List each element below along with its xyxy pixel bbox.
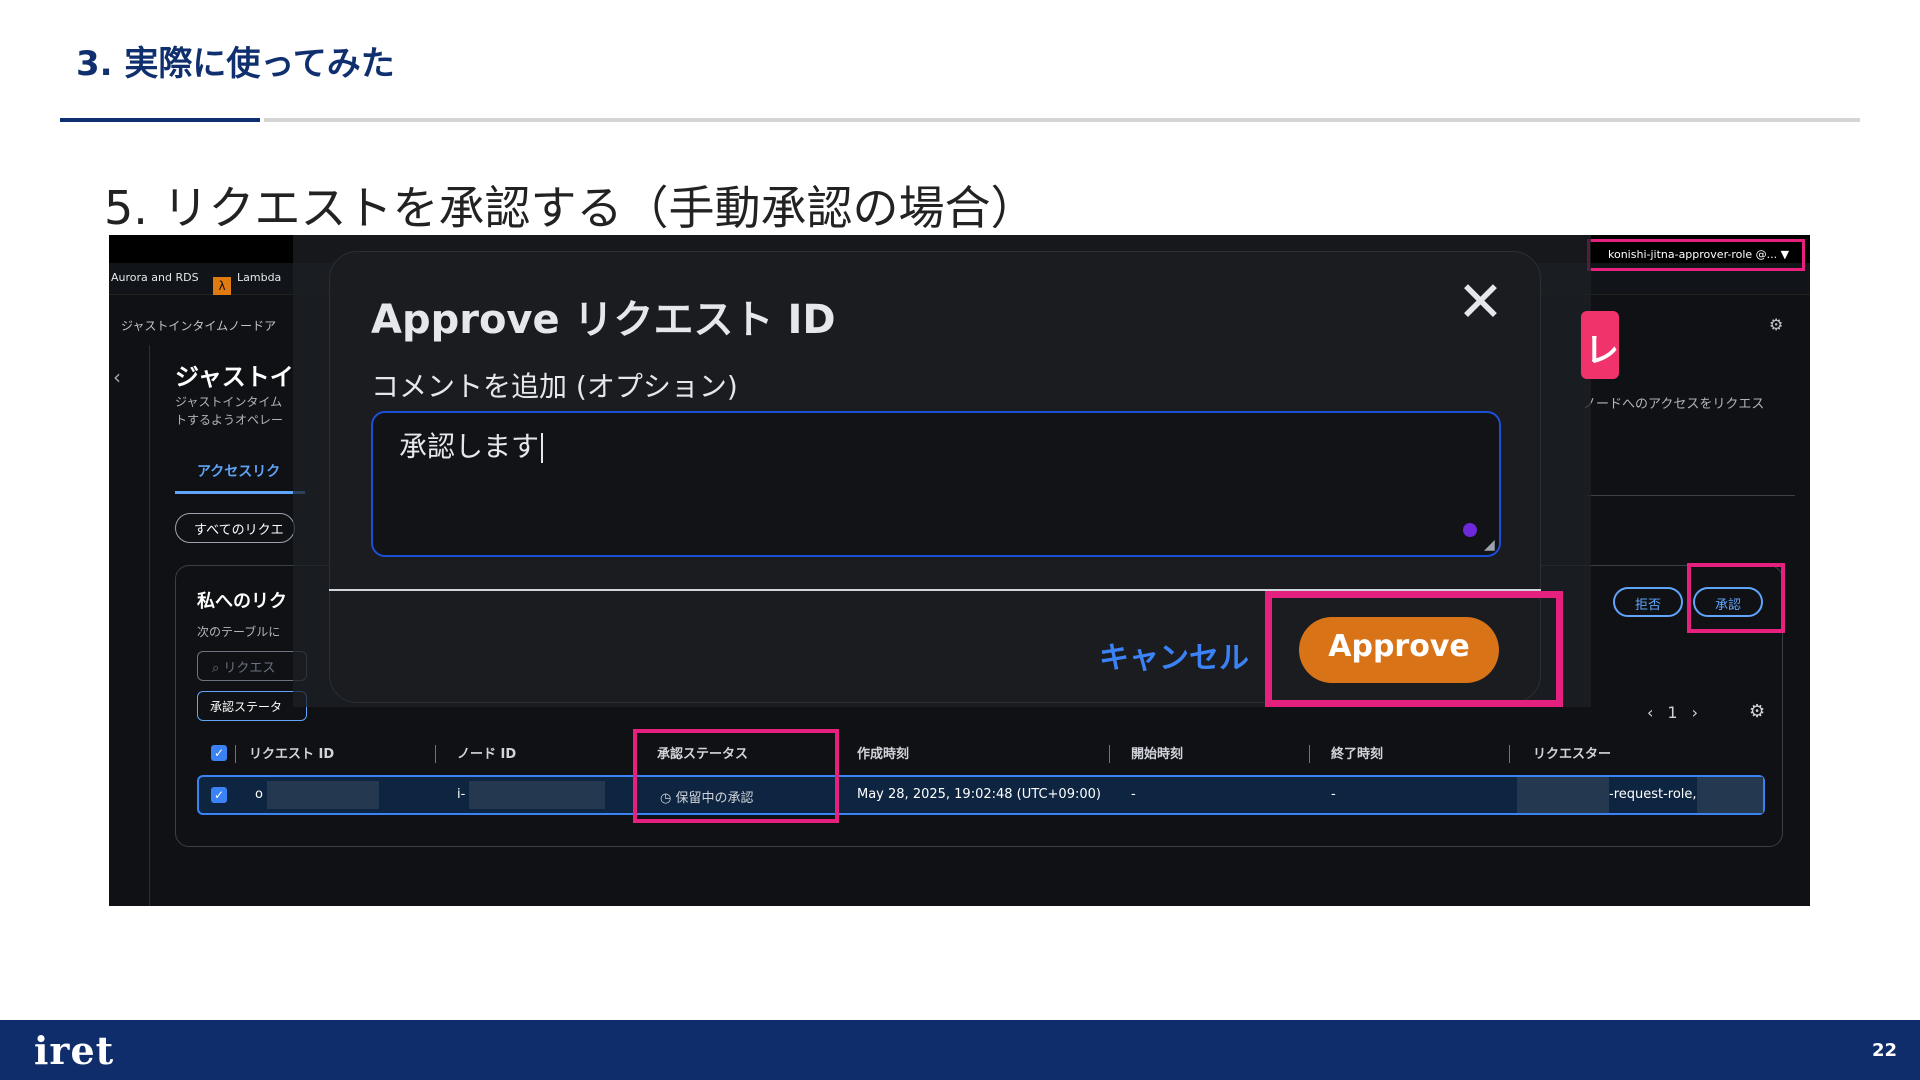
highlight-dialog-approve: [1265, 591, 1563, 707]
tab-indicator: [175, 491, 305, 494]
page-description: ジャストインタイム トするようオペレー: [175, 393, 283, 429]
settings-icon[interactable]: ⚙: [1769, 315, 1783, 334]
page-description-right: ノードへのアクセスをリクエス: [1583, 397, 1765, 412]
grammar-dot-icon: [1463, 523, 1477, 537]
search-icon: ⌕: [212, 661, 224, 676]
sidebar: [109, 345, 150, 906]
select-all-checkbox[interactable]: ✓: [211, 745, 227, 761]
title-rule-accent: [60, 118, 260, 122]
role-menu[interactable]: konishi-jitna-approver-role @... ▼: [1587, 239, 1805, 271]
divider: [1587, 495, 1795, 496]
fav-aurora[interactable]: Aurora and RDS: [111, 271, 199, 284]
reject-button[interactable]: 拒否: [1613, 587, 1683, 617]
next-page-icon[interactable]: ›: [1692, 703, 1712, 722]
redaction: [1517, 777, 1609, 813]
col-header-created[interactable]: 作成時刻: [857, 743, 909, 762]
section-title: 3. 実際に使ってみた: [76, 44, 395, 84]
end-cell: -: [1331, 787, 1336, 802]
requester-cell: -request-role,: [1609, 787, 1697, 802]
page-number: 22: [1872, 1040, 1898, 1061]
header-separator: [1109, 745, 1110, 763]
row-checkbox[interactable]: ✓: [211, 787, 227, 803]
lambda-icon: λ: [213, 277, 231, 295]
request-id-cell[interactable]: o: [255, 787, 263, 802]
highlight-status: [633, 729, 839, 823]
step-title: 5. リクエストを承認する（手動承認の場合）: [104, 181, 1037, 235]
prev-page-icon[interactable]: ‹: [1647, 703, 1667, 722]
title-rule: [264, 118, 1860, 122]
collapse-icon[interactable]: ‹: [113, 365, 121, 389]
console-screenshot: Aurora and RDS λ Lambda konishi-jitna-ap…: [109, 235, 1810, 906]
breadcrumb[interactable]: ジャストインタイムノードア: [121, 317, 276, 334]
status-filter[interactable]: 承認ステータ: [197, 691, 307, 721]
col-header-request-id[interactable]: リクエスト ID: [249, 743, 334, 762]
cancel-button[interactable]: キャンセル: [1099, 633, 1249, 677]
close-icon[interactable]: ✕: [1457, 275, 1504, 331]
redaction: [469, 781, 605, 809]
dialog-title: Approve リクエスト ID: [371, 297, 836, 343]
header-separator: [1309, 745, 1310, 763]
comment-textarea[interactable]: 承認します: [371, 411, 1501, 557]
filter-all-requests[interactable]: すべてのリクエ: [175, 513, 295, 543]
page-number[interactable]: 1: [1667, 703, 1691, 722]
fav-lambda[interactable]: Lambda: [237, 271, 281, 284]
header-separator: [435, 745, 436, 763]
col-header-start[interactable]: 開始時刻: [1131, 743, 1183, 762]
redaction: [1697, 777, 1763, 813]
page-heading: ジャストイ: [175, 363, 294, 391]
highlight-approve-button: [1687, 563, 1785, 633]
search-input[interactable]: ⌕ リクエス: [197, 651, 307, 681]
search-placeholder: リクエス: [223, 661, 276, 676]
tab-access-requests[interactable]: アクセスリク: [197, 461, 280, 481]
pink-tab: レ: [1581, 311, 1619, 379]
col-header-node-id[interactable]: ノード ID: [457, 743, 516, 762]
header-separator: [1509, 745, 1510, 763]
col-header-requester[interactable]: リクエスター: [1533, 743, 1611, 762]
header-separator: [235, 745, 236, 763]
resize-handle-icon[interactable]: ◢: [1484, 537, 1495, 553]
comment-label: コメントを追加 (オプション): [371, 370, 738, 403]
panel-heading: 私へのリク: [197, 591, 287, 612]
col-header-end[interactable]: 終了時刻: [1331, 743, 1383, 762]
redaction: [267, 781, 379, 809]
panel-description: 次のテーブルに: [197, 625, 281, 639]
page-desc-line: ジャストインタイム: [175, 395, 283, 409]
node-id-cell[interactable]: i-: [457, 787, 465, 802]
page-desc-line: トするようオペレー: [175, 413, 284, 427]
iret-logo: iret: [34, 1028, 115, 1073]
created-cell: May 28, 2025, 19:02:48 (UTC+09:00): [857, 787, 1101, 802]
comment-value: 承認します: [399, 430, 540, 463]
footer: iret 22: [0, 1020, 1920, 1080]
start-cell: -: [1131, 787, 1136, 802]
text-caret: [541, 433, 544, 463]
pagination[interactable]: ‹1›: [1647, 703, 1712, 722]
table-settings-icon[interactable]: ⚙: [1749, 701, 1765, 722]
slide: { "slide": { "section_title": "3. 実際に使って…: [0, 0, 1920, 1080]
